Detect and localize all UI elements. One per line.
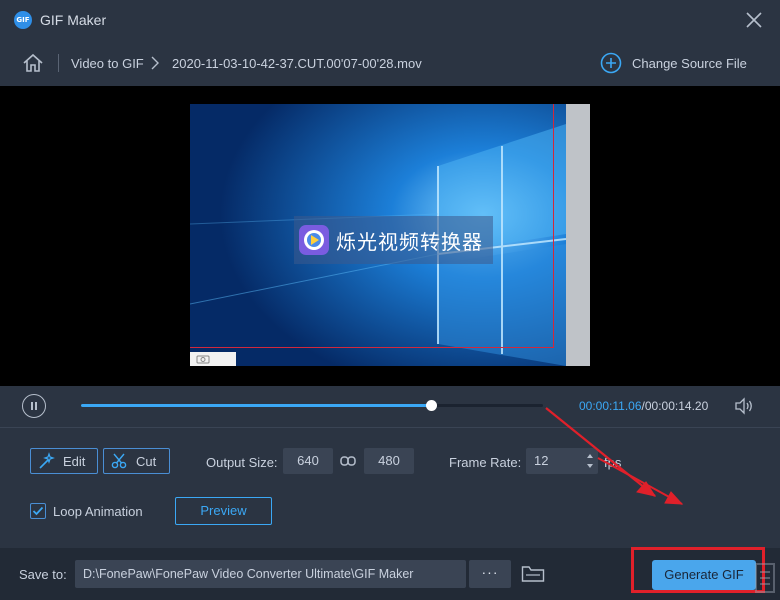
link-icon[interactable]	[340, 454, 356, 468]
plus-circle-icon	[600, 52, 622, 74]
nav-divider	[58, 54, 59, 72]
scissors-icon	[111, 453, 127, 469]
title-bar: GIF GIF Maker	[0, 0, 780, 40]
save-to-label: Save to:	[19, 567, 67, 582]
snapshot-chip[interactable]	[190, 352, 236, 366]
checkbox[interactable]	[30, 503, 46, 519]
total-time: 00:00:14.20	[644, 399, 709, 413]
breadcrumb: Video to GIF 2020-11-03-10-42-37.CUT.00'…	[0, 40, 780, 86]
watermark-logo-icon	[299, 225, 329, 255]
video-frame: 烁光视频转换器	[190, 104, 590, 366]
cut-button[interactable]: Cut	[103, 448, 170, 474]
gif-logo-icon: GIF	[14, 11, 32, 29]
site-watermark-icon	[755, 563, 775, 593]
camera-icon	[196, 355, 210, 364]
change-source-file-button[interactable]: Change Source File	[600, 52, 747, 74]
checkmark-icon	[32, 506, 44, 516]
save-path-field[interactable]: D:\FonePaw\FonePaw Video Converter Ultim…	[75, 560, 466, 588]
gif-settings-panel: Edit Cut Output Size: 640 480 Frame Rate…	[0, 428, 780, 548]
footer-bar: Save to: D:\FonePaw\FonePaw Video Conver…	[0, 548, 780, 600]
magic-wand-icon	[39, 452, 55, 469]
frame-rate-label: Frame Rate:	[449, 455, 522, 470]
breadcrumb-file-name: 2020-11-03-10-42-37.CUT.00'07-00'28.mov	[172, 56, 422, 71]
watermark: 烁光视频转换器	[294, 216, 493, 264]
video-preview-area: 烁光视频转换器	[0, 86, 780, 386]
progress-track[interactable]	[81, 400, 543, 411]
cut-label: Cut	[136, 453, 157, 469]
stepper-arrows-icon[interactable]	[586, 452, 594, 470]
volume-icon[interactable]	[734, 397, 754, 415]
player-bar: 00:00:11.06/00:00:14.20	[0, 386, 780, 428]
loop-animation-label: Loop Animation	[53, 503, 143, 519]
edit-label: Edit	[63, 453, 86, 469]
height-input[interactable]: 480	[364, 448, 414, 474]
frame-rate-value: 12	[534, 453, 549, 468]
output-size-label: Output Size:	[206, 455, 278, 470]
browse-more-button[interactable]: ···	[469, 560, 511, 588]
progress-thumb[interactable]	[425, 400, 437, 411]
current-time: 00:00:11.06	[579, 399, 642, 413]
loop-animation-checkbox[interactable]: Loop Animation	[30, 503, 143, 519]
time-readout: 00:00:11.06/00:00:14.20	[579, 399, 708, 413]
generate-gif-button[interactable]: Generate GIF	[652, 560, 756, 590]
change-source-label: Change Source File	[632, 55, 747, 71]
chevron-right-icon	[151, 56, 159, 70]
fps-label: fps	[604, 455, 622, 470]
window-title: GIF Maker	[40, 12, 107, 28]
edit-button[interactable]: Edit	[30, 448, 98, 474]
close-icon[interactable]	[744, 10, 764, 30]
folder-icon[interactable]	[521, 565, 545, 583]
watermark-text: 烁光视频转换器	[336, 229, 483, 254]
width-input[interactable]: 640	[283, 448, 333, 474]
breadcrumb-video-to-gif[interactable]: Video to GIF	[71, 56, 144, 71]
progress-fill	[81, 404, 431, 407]
pause-button[interactable]	[22, 394, 46, 418]
preview-button[interactable]: Preview	[175, 497, 272, 525]
frame-edge-strip	[566, 104, 590, 366]
frame-rate-stepper[interactable]: 12	[526, 448, 598, 474]
home-icon[interactable]	[22, 53, 44, 73]
